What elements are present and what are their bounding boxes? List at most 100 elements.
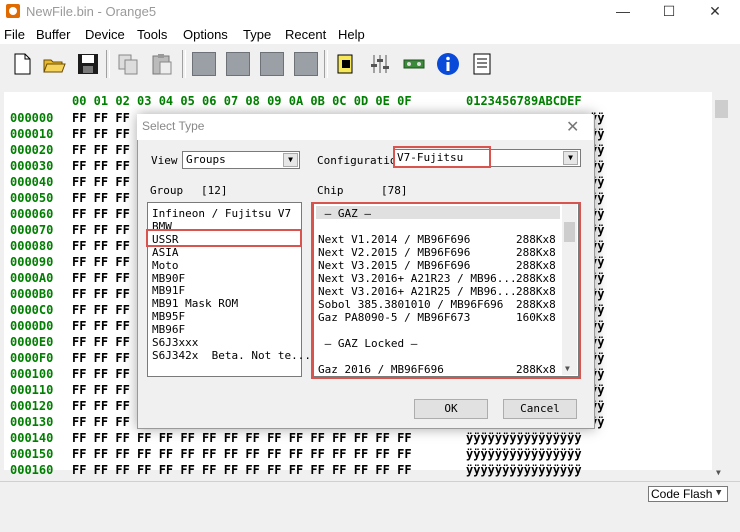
- group-highlight: [146, 229, 302, 247]
- hex-bytes[interactable]: FF FF FF: [72, 351, 130, 365]
- horizontal-scrollbar[interactable]: [0, 481, 740, 502]
- hex-address: 000000: [10, 111, 54, 125]
- close-button[interactable]: ✕: [692, 0, 738, 24]
- chip-icon[interactable]: [192, 52, 216, 76]
- vertical-scrollbar[interactable]: [713, 92, 730, 480]
- group-item[interactable]: S6J342x Beta. Not te...: [152, 349, 311, 362]
- hex-address: 000080: [10, 239, 54, 253]
- group-item[interactable]: MB91F: [152, 284, 185, 297]
- hex-address: 000040: [10, 175, 54, 189]
- group-item[interactable]: MB90F: [152, 272, 185, 285]
- group-item[interactable]: S6J3xxx: [152, 336, 198, 349]
- ascii-bytes[interactable]: ÿÿÿÿÿÿÿÿÿÿÿÿÿÿÿÿ: [466, 447, 582, 461]
- copy-icon[interactable]: [116, 52, 140, 76]
- group-label: Group: [150, 184, 184, 197]
- hex-bytes[interactable]: FF FF FF FF FF FF FF FF FF FF FF FF FF F…: [72, 431, 412, 445]
- hex-bytes[interactable]: FF FF FF: [72, 127, 130, 141]
- toolbar-separator: [324, 50, 328, 78]
- group-count: [12]: [201, 184, 228, 197]
- hex-bytes[interactable]: FF FF FF: [72, 159, 130, 173]
- ok-button[interactable]: OK: [414, 399, 488, 419]
- group-item[interactable]: MB91 Mask ROM: [152, 297, 238, 310]
- cancel-button[interactable]: Cancel: [503, 399, 577, 419]
- hex-bytes[interactable]: FF FF FF: [72, 319, 130, 333]
- hex-bytes[interactable]: FF FF FF: [72, 367, 130, 381]
- hex-address: 000060: [10, 207, 54, 221]
- menu-type[interactable]: Type: [243, 27, 271, 42]
- hex-address: 000140: [10, 431, 54, 445]
- hex-address: 000100: [10, 367, 54, 381]
- hex-address: 000030: [10, 159, 54, 173]
- hex-bytes[interactable]: FF FF FF: [72, 111, 130, 125]
- hex-address: 0000C0: [10, 303, 54, 317]
- hex-bytes[interactable]: FF FF FF: [72, 207, 130, 221]
- chip-icon[interactable]: [226, 52, 250, 76]
- hex-bytes[interactable]: FF FF FF: [72, 287, 130, 301]
- menu-device[interactable]: Device: [85, 27, 125, 42]
- hex-bytes[interactable]: FF FF FF: [72, 399, 130, 413]
- device-icon[interactable]: [402, 52, 426, 76]
- hex-bytes[interactable]: FF FF FF: [72, 191, 130, 205]
- hex-address: 000010: [10, 127, 54, 141]
- group-item[interactable]: MB96F: [152, 323, 185, 336]
- chip-select-icon[interactable]: [334, 52, 358, 76]
- hex-address: 0000A0: [10, 271, 54, 285]
- chip-icon[interactable]: [294, 52, 318, 76]
- menu-help[interactable]: Help: [338, 27, 365, 42]
- hex-address: 000120: [10, 399, 54, 413]
- group-item[interactable]: ASIA: [152, 246, 179, 259]
- chip-icon[interactable]: [260, 52, 284, 76]
- menu-buffer[interactable]: Buffer: [36, 27, 70, 42]
- dialog-title-bar: [137, 114, 593, 140]
- hex-bytes[interactable]: FF FF FF: [72, 335, 130, 349]
- equalizer-icon[interactable]: [368, 52, 392, 76]
- hex-column-header: 00 01 02 03 04 05 06 07 08 09 0A 0B 0C 0…: [72, 94, 412, 108]
- notepad-icon[interactable]: [470, 52, 494, 76]
- hex-address: 000020: [10, 143, 54, 157]
- minimize-button[interactable]: —: [600, 0, 646, 24]
- menu-recent[interactable]: Recent: [285, 27, 326, 42]
- chip-label: Chip: [317, 184, 344, 197]
- save-icon[interactable]: [76, 52, 100, 76]
- ascii-bytes[interactable]: ÿÿÿÿÿÿÿÿÿÿÿÿÿÿÿÿ: [466, 463, 582, 477]
- hex-bytes[interactable]: FF FF FF FF FF FF FF FF FF FF FF FF FF F…: [72, 463, 412, 477]
- hex-bytes[interactable]: FF FF FF: [72, 239, 130, 253]
- open-folder-icon[interactable]: [42, 52, 66, 76]
- dialog-title: Select Type: [142, 119, 205, 133]
- toolbar-separator: [182, 50, 186, 78]
- hex-bytes[interactable]: FF FF FF: [72, 175, 130, 189]
- scroll-down-arrow[interactable]: ▼: [716, 468, 721, 477]
- hex-bytes[interactable]: FF FF FF FF FF FF FF FF FF FF FF FF FF F…: [72, 447, 412, 461]
- view-label: View: [151, 154, 178, 167]
- hex-address: 0000F0: [10, 351, 54, 365]
- hex-bytes[interactable]: FF FF FF: [72, 303, 130, 317]
- chevron-down-icon: ▼: [716, 488, 722, 498]
- scrollbar-thumb[interactable]: [715, 100, 728, 118]
- hex-address: 000160: [10, 463, 54, 477]
- group-item[interactable]: MB95F: [152, 310, 185, 323]
- maximize-button[interactable]: ☐: [646, 0, 692, 24]
- group-item[interactable]: Moto: [152, 259, 179, 272]
- info-icon[interactable]: [436, 52, 460, 76]
- menu-tools[interactable]: Tools: [137, 27, 167, 42]
- hex-address: 0000E0: [10, 335, 54, 349]
- menu-file[interactable]: File: [4, 27, 25, 42]
- hex-address: 000070: [10, 223, 54, 237]
- new-file-icon[interactable]: [10, 52, 34, 76]
- hex-bytes[interactable]: FF FF FF: [72, 255, 130, 269]
- app-icon: [6, 4, 20, 18]
- hex-bytes[interactable]: FF FF FF: [72, 143, 130, 157]
- group-item[interactable]: Infineon / Fujitsu V7: [152, 207, 291, 220]
- config-highlight: [393, 146, 491, 168]
- hex-bytes[interactable]: FF FF FF: [72, 383, 130, 397]
- hex-bytes[interactable]: FF FF FF: [72, 415, 130, 429]
- chip-count: [78]: [381, 184, 408, 197]
- chip-highlight: [311, 202, 581, 379]
- hex-bytes[interactable]: FF FF FF: [72, 271, 130, 285]
- paste-icon[interactable]: [150, 52, 174, 76]
- ascii-column-header: 0123456789ABCDEF: [466, 94, 582, 108]
- ascii-bytes[interactable]: ÿÿÿÿÿÿÿÿÿÿÿÿÿÿÿÿ: [466, 431, 582, 445]
- hex-bytes[interactable]: FF FF FF: [72, 223, 130, 237]
- menu-options[interactable]: Options: [183, 27, 228, 42]
- dialog-close-button[interactable]: ✕: [566, 117, 579, 137]
